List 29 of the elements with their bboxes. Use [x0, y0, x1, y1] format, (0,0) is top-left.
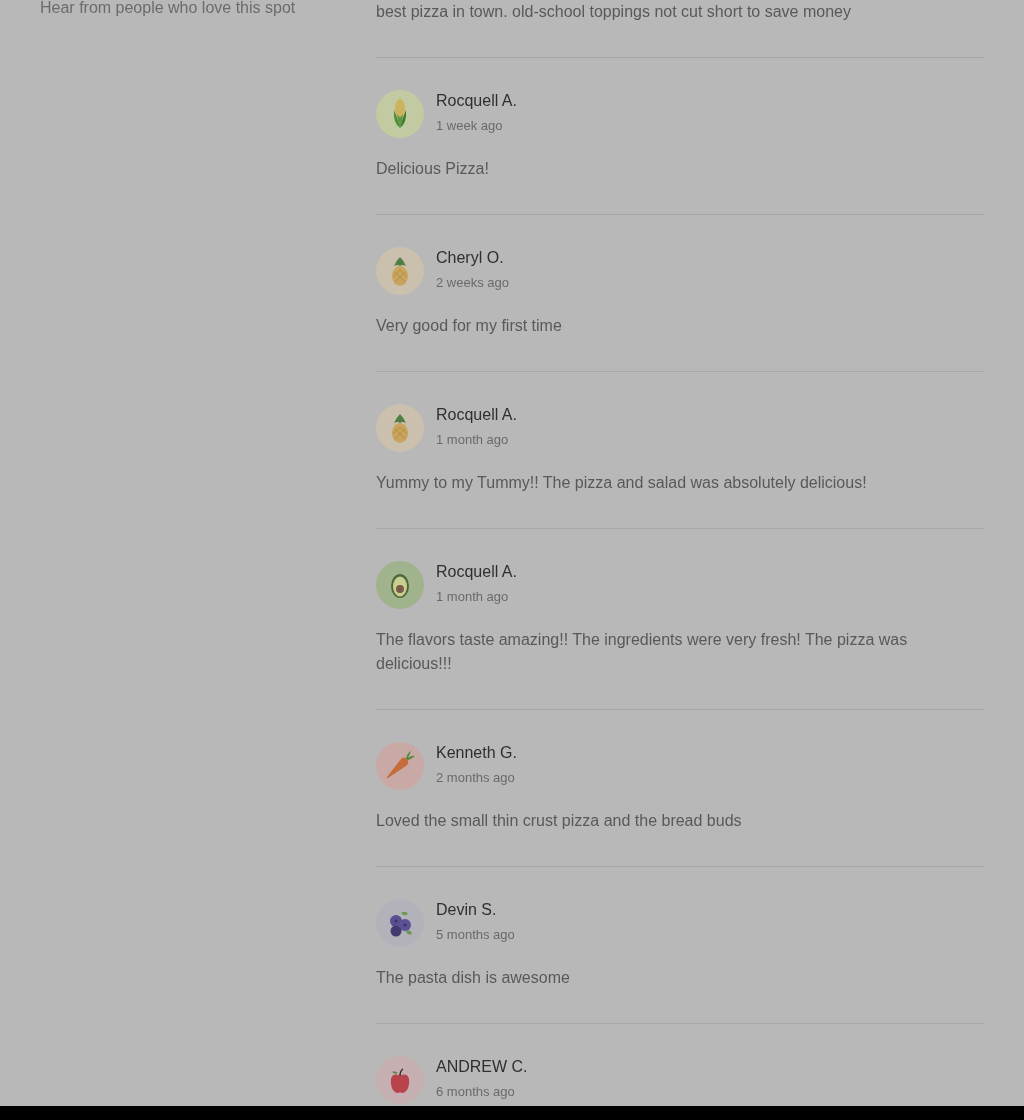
review-time: 1 week ago [436, 117, 504, 135]
blueberries-icon [376, 899, 424, 947]
reviewer-name: Kenneth G. [436, 743, 517, 763]
review-time: 1 month ago [436, 588, 510, 606]
carrot-icon [376, 742, 424, 790]
review-time: 6 months ago [436, 1083, 516, 1101]
review-text: Loved the small thin crust pizza and the bread buds [376, 811, 743, 831]
review-time: 1 month ago [436, 431, 510, 449]
reviewer-name: Rocquell A. [436, 91, 517, 111]
review-time: 2 weeks ago [436, 274, 509, 292]
reviewer-name: Rocquell A. [436, 562, 517, 582]
section-tagline: Hear from people who love this spot [40, 0, 297, 16]
avocado-icon [376, 561, 424, 609]
reviewer-name: Rocquell A. [436, 405, 517, 425]
reviewer-name: Devin S. [436, 900, 498, 920]
review-time: 5 months ago [436, 926, 515, 944]
reviewer-name: Cheryl O. [436, 248, 505, 268]
pineapple-icon [376, 247, 424, 295]
pineapple-icon [376, 404, 424, 452]
apple-icon [376, 1056, 424, 1104]
reviewer-name: ANDREW C. [436, 1057, 528, 1077]
review-text: Delicious Pizza! [376, 159, 490, 179]
review-time: 2 months ago [436, 769, 516, 787]
review-text: best pizza in town. old-school toppings not cut short to save money [376, 2, 852, 22]
review-text: The pasta dish is awesome [376, 968, 571, 988]
review-text: Very good for my first time [376, 316, 563, 336]
review-text: Yummy to my Tummy!! The pizza and salad was absolutely delicious! [376, 473, 868, 493]
review-text: The flavors taste amazing!! The ingredients were very fresh! The pizza was delicious!!! [376, 630, 909, 674]
corn-icon [376, 90, 424, 138]
